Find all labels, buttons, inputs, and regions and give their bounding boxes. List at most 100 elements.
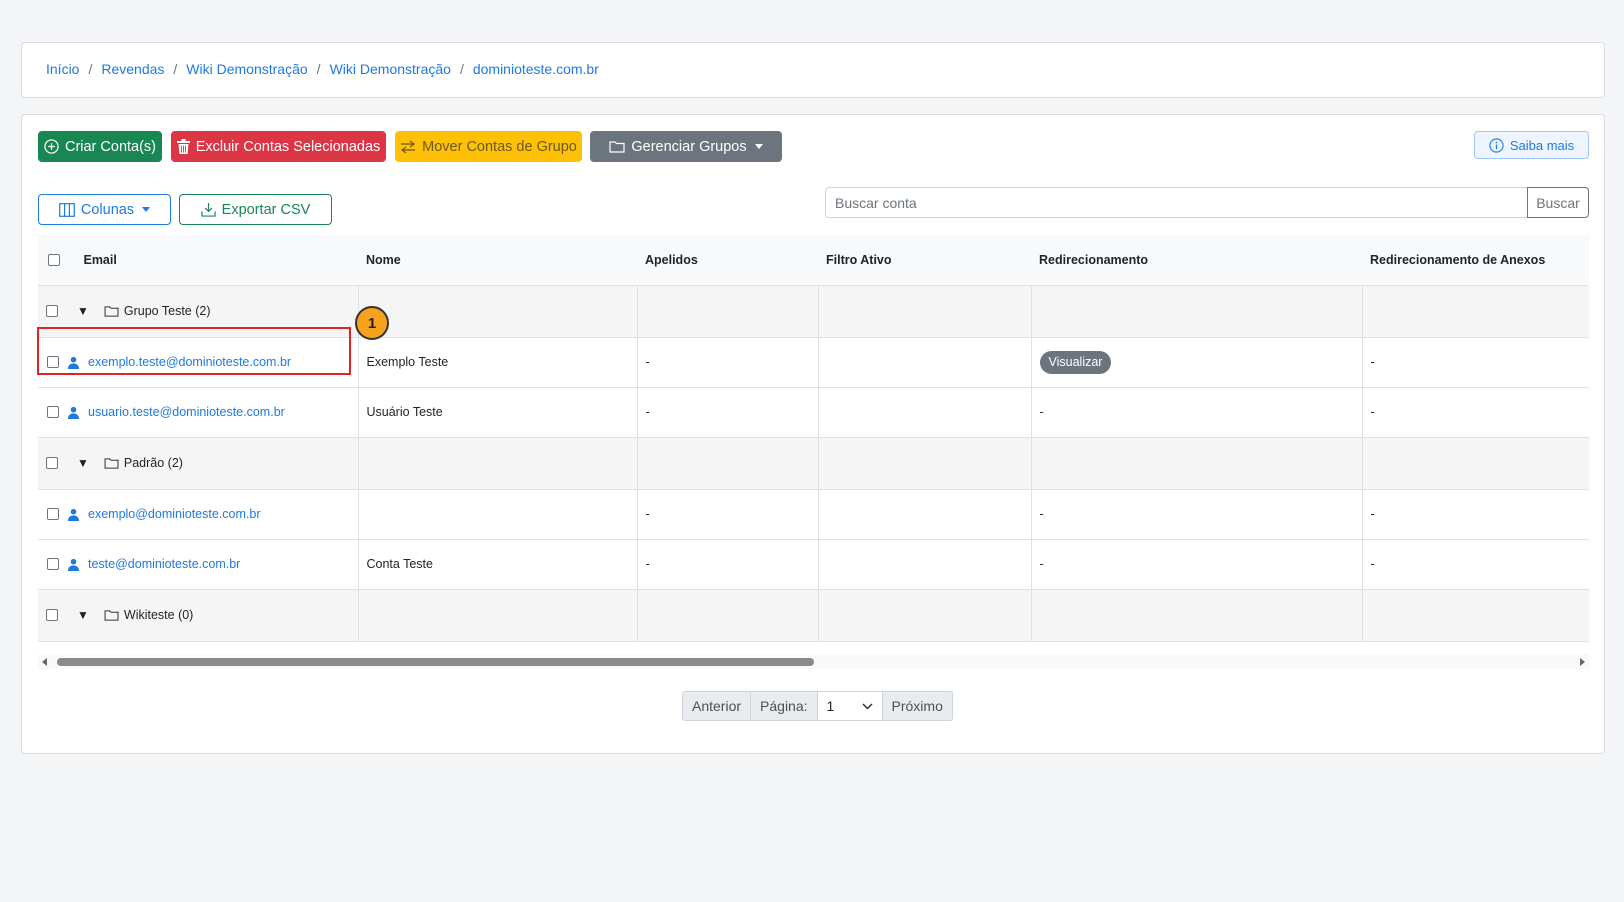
previous-page-button[interactable]: Anterior	[682, 691, 752, 721]
breadcrumb-revendas[interactable]: Revendas	[101, 61, 164, 77]
learn-more-button[interactable]: Saiba mais	[1474, 131, 1589, 159]
nome-cell: Exemplo Teste	[357, 337, 637, 388]
breadcrumb-wiki-2[interactable]: Wiki Demonstração	[330, 61, 451, 77]
breadcrumb-separator: /	[88, 61, 93, 77]
search-button[interactable]: Buscar	[1527, 187, 1589, 218]
apelidos-cell: -	[636, 337, 818, 388]
user-icon	[67, 356, 80, 369]
group-checkbox[interactable]	[46, 305, 58, 317]
redirect-anexos-cell: -	[1361, 387, 1589, 438]
redirect-anexos-cell: -	[1361, 489, 1589, 540]
page-select-value: 1	[826, 698, 835, 714]
export-csv-label: Exportar CSV	[221, 201, 311, 218]
header-filtro: Filtro Ativo	[818, 235, 1031, 286]
filtro-cell	[817, 539, 1031, 590]
email-cell: exemplo.teste@dominioteste.com.br	[38, 337, 359, 388]
manage-groups-button[interactable]: Gerenciar Grupos	[590, 131, 782, 162]
plus-circle-icon	[44, 139, 59, 154]
next-page-button[interactable]: Próximo	[882, 691, 953, 721]
header-email: Email	[38, 235, 358, 286]
group-checkbox[interactable]	[46, 457, 58, 469]
folder-icon	[609, 141, 625, 153]
email-cell: teste@dominioteste.com.br	[38, 539, 359, 590]
folder-icon	[104, 610, 119, 621]
folder-icon	[104, 458, 119, 469]
group-row: ▼ Wikiteste (0)	[38, 589, 1589, 642]
group-checkbox[interactable]	[46, 609, 58, 621]
learn-more-label: Saiba mais	[1509, 137, 1575, 153]
columns-button[interactable]: Colunas	[38, 194, 171, 225]
nome-cell	[357, 489, 637, 540]
nome-cell: Usuário Teste	[357, 387, 637, 438]
account-email-link[interactable]: usuario.teste@dominioteste.com.br	[88, 405, 285, 419]
expand-triangle-icon[interactable]: ▼	[77, 456, 89, 470]
search-input[interactable]	[825, 187, 1529, 218]
breadcrumb-card: Início / Revendas / Wiki Demonstração / …	[21, 42, 1605, 98]
group-cell: ▼ Grupo Teste (2)	[38, 285, 359, 338]
chevron-down-icon	[754, 144, 763, 149]
row-checkbox[interactable]	[47, 406, 59, 418]
redirect-cell: -	[1030, 489, 1362, 540]
nome-cell: Conta Teste	[357, 539, 637, 590]
header-apelidos: Apelidos	[637, 235, 818, 286]
view-redirect-button[interactable]: Visualizar	[1039, 350, 1112, 374]
step-marker: 1	[355, 306, 389, 340]
header-nome: Nome	[358, 235, 637, 286]
breadcrumb-domain[interactable]: dominioteste.com.br	[473, 61, 599, 77]
page-select[interactable]: 1	[817, 691, 883, 721]
breadcrumb-separator: /	[316, 61, 321, 77]
manage-groups-label: Gerenciar Grupos	[631, 138, 747, 155]
scroll-right-icon[interactable]	[1580, 658, 1585, 666]
delete-selected-label: Excluir Contas Selecionadas	[195, 138, 381, 155]
chevron-down-icon	[861, 702, 873, 710]
breadcrumb-separator: /	[459, 61, 464, 77]
table-row: exemplo@dominioteste.com.br - - -	[38, 489, 1589, 540]
account-email-link[interactable]: exemplo.teste@dominioteste.com.br	[88, 355, 291, 369]
info-icon	[1489, 137, 1504, 153]
group-name: Padrão (2)	[123, 456, 183, 470]
pagination: Anterior Página: 1 Próximo	[682, 691, 953, 721]
arrows-left-right-icon	[401, 140, 416, 153]
expand-triangle-icon[interactable]: ▼	[77, 304, 89, 318]
email-cell: exemplo@dominioteste.com.br	[38, 489, 359, 540]
columns-label: Colunas	[80, 201, 135, 218]
download-icon	[201, 202, 216, 217]
select-all-checkbox[interactable]	[48, 254, 60, 267]
row-checkbox[interactable]	[47, 356, 59, 368]
header-redirecionamento: Redirecionamento	[1031, 235, 1362, 286]
group-name: Grupo Teste (2)	[123, 304, 211, 318]
table-row: teste@dominioteste.com.br Conta Teste - …	[38, 539, 1589, 590]
header-email-label: Email	[83, 252, 117, 267]
scrollbar-thumb[interactable]	[57, 658, 814, 666]
filtro-cell	[817, 489, 1031, 540]
trash-icon	[176, 139, 190, 154]
user-icon	[67, 406, 80, 419]
move-group-label: Mover Contas de Grupo	[422, 138, 577, 155]
table-header-row: Email Nome Apelidos Filtro Ativo Redirec…	[38, 235, 1589, 286]
horizontal-scrollbar[interactable]	[38, 654, 1589, 669]
breadcrumb-inicio[interactable]: Início	[46, 61, 79, 77]
redirect-cell: Visualizar	[1030, 337, 1362, 388]
export-csv-button[interactable]: Exportar CSV	[179, 194, 332, 225]
account-email-link[interactable]: exemplo@dominioteste.com.br	[88, 507, 261, 521]
breadcrumb: Início / Revendas / Wiki Demonstração / …	[46, 61, 599, 77]
scroll-left-icon[interactable]	[42, 658, 47, 666]
create-account-button[interactable]: Criar Conta(s)	[38, 131, 162, 162]
apelidos-cell: -	[636, 539, 818, 590]
row-checkbox[interactable]	[47, 558, 59, 570]
expand-triangle-icon[interactable]: ▼	[77, 608, 89, 622]
row-checkbox[interactable]	[47, 508, 59, 520]
move-group-button[interactable]: Mover Contas de Grupo	[395, 131, 582, 162]
chevron-down-icon	[142, 207, 151, 212]
accounts-card: Criar Conta(s) Excluir Contas Selecionad…	[21, 114, 1605, 754]
redirect-cell: -	[1030, 387, 1362, 438]
filtro-cell	[817, 387, 1031, 438]
group-row: ▼ Grupo Teste (2)	[38, 285, 1589, 338]
header-redirecionamento-anexos: Redirecionamento de Anexos	[1362, 235, 1589, 286]
page-label: Página:	[751, 691, 818, 721]
redirect-anexos-cell: -	[1361, 337, 1589, 388]
accounts-table: Email Nome Apelidos Filtro Ativo Redirec…	[38, 235, 1589, 642]
delete-selected-button[interactable]: Excluir Contas Selecionadas	[171, 131, 386, 162]
account-email-link[interactable]: teste@dominioteste.com.br	[88, 557, 240, 571]
breadcrumb-wiki-1[interactable]: Wiki Demonstração	[186, 61, 307, 77]
